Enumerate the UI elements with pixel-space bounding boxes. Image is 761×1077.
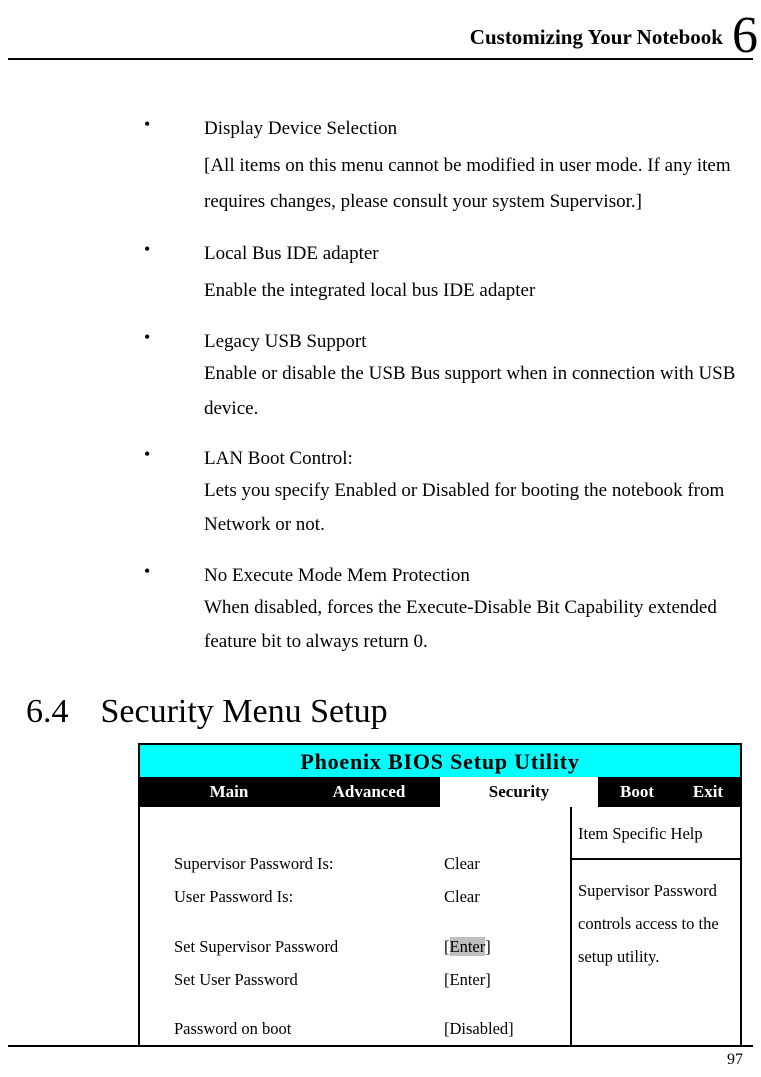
- item-title: No Execute Mode Mem Protection: [204, 561, 743, 591]
- list-item: • Local Bus IDE adapter Enable the integ…: [144, 239, 743, 309]
- bios-body: Supervisor Password Is: Clear User Passw…: [140, 807, 740, 1045]
- bullet-icon: •: [144, 327, 150, 348]
- bios-settings-pane: Supervisor Password Is: Clear User Passw…: [140, 807, 570, 1045]
- bullet-icon: •: [144, 444, 150, 465]
- setting-value: [Disabled]: [444, 1012, 514, 1045]
- bracket-close: ]: [485, 937, 491, 956]
- help-body: Supervisor Password controls access to t…: [572, 860, 740, 973]
- tab-main[interactable]: Main: [160, 777, 298, 807]
- bios-title: Phoenix BIOS Setup Utility: [140, 745, 740, 777]
- setting-label: Supervisor Password Is:: [174, 847, 444, 880]
- section-heading: 6.4 Security Menu Setup: [18, 693, 743, 731]
- chapter-number: 6: [732, 10, 758, 62]
- tab-security[interactable]: Security: [440, 777, 598, 807]
- bios-window: Phoenix BIOS Setup Utility Main Advanced…: [138, 743, 742, 1047]
- section-title: Security Menu Setup: [101, 693, 388, 731]
- selected-value: Enter: [450, 937, 486, 956]
- feature-list: • Display Device Selection [All items on…: [18, 114, 743, 659]
- page-header: Customizing Your Notebook 6: [8, 12, 753, 60]
- page-content: • Display Device Selection [All items on…: [8, 60, 753, 1047]
- setting-value: [Enter]: [444, 930, 491, 963]
- item-description: Enable or disable the USB Bus support wh…: [204, 357, 743, 425]
- setting-row: User Password Is: Clear: [174, 880, 570, 913]
- setting-value: [Enter]: [444, 963, 491, 996]
- list-item: • Display Device Selection [All items on…: [144, 114, 743, 221]
- item-description: Lets you specify Enabled or Disabled for…: [204, 474, 743, 542]
- setting-label: User Password Is:: [174, 880, 444, 913]
- bracket-open: [: [444, 937, 450, 956]
- item-title: Display Device Selection: [204, 114, 743, 144]
- bios-help-pane: Item Specific Help Supervisor Password c…: [570, 807, 740, 1045]
- page-number: 97: [727, 1051, 743, 1069]
- bullet-icon: •: [144, 239, 150, 260]
- setting-label: Set Supervisor Password: [174, 930, 444, 963]
- list-item: • Legacy USB Support Enable or disable t…: [144, 327, 743, 426]
- tab-boot[interactable]: Boot: [598, 777, 676, 807]
- page-footer: [8, 1045, 753, 1047]
- list-item: • LAN Boot Control: Lets you specify Ena…: [144, 444, 743, 543]
- setting-label: Set User Password: [174, 963, 444, 996]
- item-description: When disabled, forces the Execute-Disabl…: [204, 591, 743, 659]
- bios-tab-bar: Main Advanced Security Boot Exit: [140, 777, 740, 807]
- item-description: Enable the integrated local bus IDE adap…: [204, 273, 743, 309]
- setting-label: Password on boot: [174, 1012, 444, 1045]
- list-item: • No Execute Mode Mem Protection When di…: [144, 561, 743, 660]
- item-title: Local Bus IDE adapter: [204, 239, 743, 269]
- setting-row[interactable]: Set User Password [Enter]: [174, 963, 570, 996]
- setting-row[interactable]: Set Supervisor Password [Enter]: [174, 930, 570, 963]
- section-number: 6.4: [26, 693, 69, 731]
- setting-row: Supervisor Password Is: Clear: [174, 847, 570, 880]
- help-title: Item Specific Help: [572, 807, 740, 860]
- item-description: [All items on this menu cannot be modifi…: [204, 148, 743, 220]
- bullet-icon: •: [144, 561, 150, 582]
- setting-value: Clear: [444, 880, 480, 913]
- tab-advanced[interactable]: Advanced: [298, 777, 440, 807]
- item-title: Legacy USB Support: [204, 327, 743, 357]
- tab-exit[interactable]: Exit: [676, 777, 740, 807]
- tab-spacer: [140, 777, 160, 807]
- running-head: Customizing Your Notebook: [470, 25, 723, 50]
- bullet-icon: •: [144, 114, 150, 135]
- item-title: LAN Boot Control:: [204, 444, 743, 474]
- setting-value: Clear: [444, 847, 480, 880]
- setting-row[interactable]: Password on boot [Disabled]: [174, 1012, 570, 1045]
